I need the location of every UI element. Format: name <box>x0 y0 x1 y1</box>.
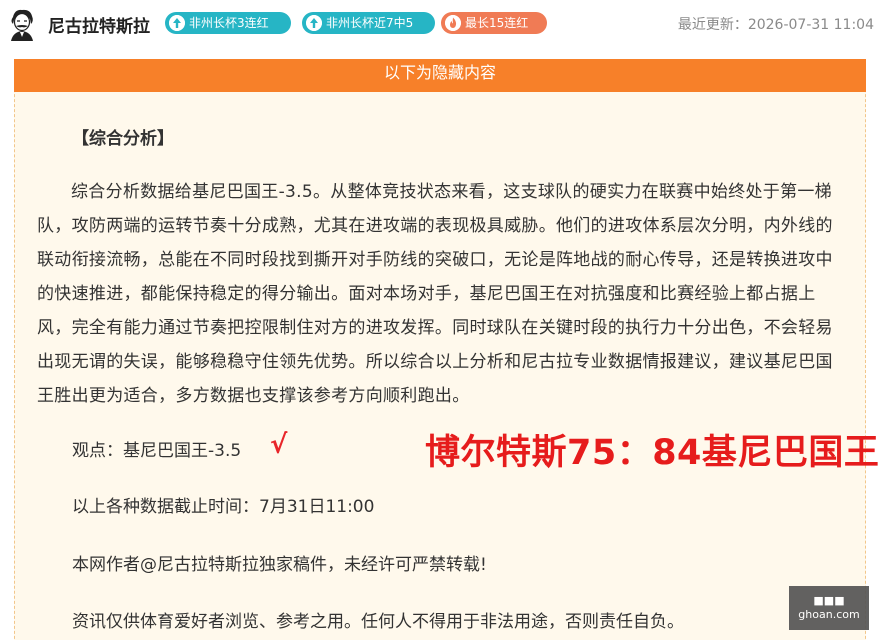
badge-streak-2: 非州长杯近7中5 <box>302 12 435 34</box>
update-time: 最近更新：2026-07-31 11:04 <box>677 17 874 33</box>
badge-label: 非州长杯3连红 <box>189 16 269 30</box>
watermark-line-1: ■■■ <box>813 594 845 607</box>
watermark-line-2: ghoan.com <box>798 608 860 621</box>
hidden-content-banner: 以下为隐藏内容 <box>14 59 866 92</box>
author-name[interactable]: 尼古拉特斯拉 <box>48 12 150 37</box>
avatar[interactable] <box>7 7 37 41</box>
fire-icon <box>445 15 461 31</box>
article-header: 尼古拉特斯拉 非州长杯3连红 非州长杯近7中5 最长15连红 最近更新：2026… <box>0 0 880 48</box>
deadline-text: 以上各种数据截止时间：7月31日11:00 <box>72 497 375 517</box>
check-mark-icon: √ <box>270 430 288 460</box>
match-score: 博尔特斯75：84基尼巴国王 <box>425 433 880 473</box>
badge-label: 最长15连红 <box>465 16 529 30</box>
watermark-logo: ■■■ ghoan.com <box>789 586 869 630</box>
section-title: 【综合分析】 <box>72 129 174 149</box>
disclaimer-text: 资讯仅供体育爱好者浏览、参考之用。任何人不得用于非法用途，否则责任自负。 <box>72 612 684 632</box>
up-arrow-icon <box>169 15 185 31</box>
copyright-text: 本网作者@尼古拉特斯拉独家稿件，未经许可严禁转载! <box>72 555 487 575</box>
badge-streak-3: 最长15连红 <box>441 12 547 34</box>
badge-label: 非州长杯近7中5 <box>326 16 414 30</box>
badge-streak-1: 非州长杯3连红 <box>165 12 291 34</box>
page: 尼古拉特斯拉 非州长杯3连红 非州长杯近7中5 最长15连红 最近更新：2026… <box>0 0 880 640</box>
viewpoint-text: 观点：基尼巴国王-3.5 <box>72 441 242 461</box>
up-arrow-icon <box>306 15 322 31</box>
analysis-paragraph: 综合分析数据给基尼巴国王-3.5。从整体竞技状态来看，这支球队的硬实力在联赛中始… <box>37 182 833 406</box>
